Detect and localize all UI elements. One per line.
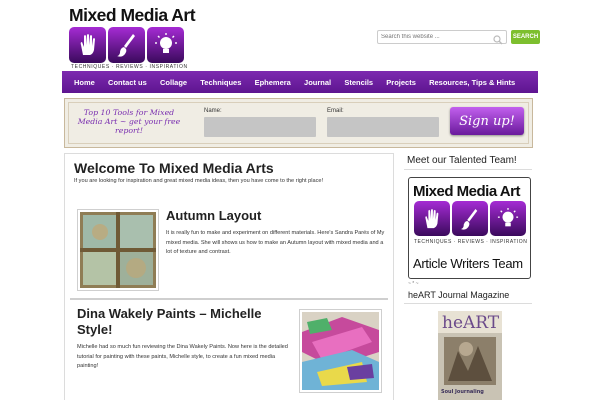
magazine-title: heART [442,313,500,333]
magazine-cover-image: heART Soul Journaling [438,311,502,400]
lightbulb-icon [490,201,526,236]
team-box-icons [414,201,526,236]
logo-title: Mixed Media Art [69,5,196,25]
team-box-tagline: TECHNIQUES · REVIEWS · INSPIRATION [414,239,528,245]
post-divider [70,298,388,300]
sidebar-team-heading: Meet our Talented Team! [407,155,517,166]
sidebar-journal-heading: heART Journal Magazine [408,290,510,300]
search-icon [493,32,503,50]
optin-headline: Top 10 Tools for Mixed Media Art ~ get y… [77,108,181,135]
team-box-title: Mixed Media Art [413,183,520,200]
nav-item-journal[interactable]: Journal [297,78,337,87]
magazine-cover[interactable]: heART Soul Journaling [438,311,502,400]
nav-item-techniques[interactable]: Techniques [194,78,248,87]
sidebar-separator-text: ~ * ~ [408,281,419,287]
name-field[interactable] [204,117,316,137]
email-field[interactable] [327,117,439,137]
sidebar-divider [404,303,532,304]
logo-tagline: TECHNIQUES · REVIEWS · INSPIRATION [71,64,188,70]
autumn-layout-image [80,212,156,288]
page-title: Welcome To Mixed Media Arts [74,160,274,176]
logo-icons [69,27,184,63]
signup-button[interactable]: Sign up! [450,107,524,135]
post-title[interactable]: Autumn Layout [166,208,261,223]
sidebar-divider [404,169,532,170]
hand-icon [414,201,450,236]
nav-item-projects[interactable]: Projects [380,78,423,87]
team-box-caption: Article Writers Team [413,256,523,271]
lightbulb-icon [147,27,184,63]
main-nav: Home Contact us Collage Techniques Ephem… [62,71,538,93]
post-thumbnail-dina-wakely[interactable] [299,309,382,393]
nav-item-contact-us[interactable]: Contact us [101,78,153,87]
nav-item-ephemera[interactable]: Ephemera [248,78,297,87]
paintbrush-icon [108,27,145,63]
search-button[interactable]: SEARCH [511,30,540,44]
magazine-feature: Soul Journaling [441,389,484,395]
post-thumbnail-autumn-layout[interactable] [77,209,159,291]
paintbrush-icon [452,201,488,236]
welcome-text: If you are looking for inspiration and g… [74,178,324,184]
post-title[interactable]: Dina Wakely Paints – Michelle Style! [77,306,292,338]
nav-item-resources[interactable]: Resources, Tips & Hints [422,78,521,87]
post-excerpt: It is really fun to make and experiment … [166,230,385,255]
nav-item-stencils[interactable]: Stencils [338,78,380,87]
search-box [377,30,507,45]
site-logo[interactable]: Mixed Media Art TECHNIQUES · REVIEWS · I… [69,5,196,70]
dina-wakely-painting-image [302,312,379,390]
name-label: Name: [204,108,222,114]
email-label: Email: [327,108,344,114]
article-writers-team-banner[interactable]: Mixed Media Art TECHNIQUES · REVIEWS · I… [408,177,531,279]
post-excerpt: Michelle had so much fun reviewing the D… [77,344,288,369]
nav-item-home[interactable]: Home [62,78,101,87]
search-input[interactable] [381,32,489,42]
hand-icon [69,27,106,63]
nav-item-collage[interactable]: Collage [153,78,193,87]
